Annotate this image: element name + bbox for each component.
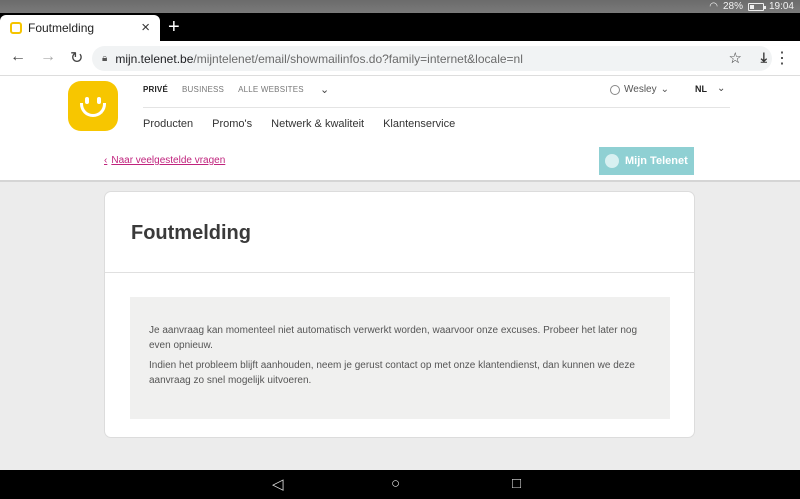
avatar-icon [605,154,619,168]
mijn-telenet-button[interactable]: Mijn Telenet [599,147,694,175]
close-tab-icon[interactable]: × [141,19,150,36]
faq-back-link-label: Naar veelgestelde vragen [111,155,226,166]
top-nav-prive[interactable]: PRIVÉ [143,85,168,94]
clock: 19:04 [768,1,794,12]
back-triangle-icon[interactable]: ◁ [272,475,284,493]
user-icon [610,84,620,95]
download-icon[interactable]: ⤓ [761,49,767,66]
chevron-left-icon: ‹ [104,155,108,166]
main-nav-producten[interactable]: Producten [143,118,193,130]
menu-kebab-icon[interactable]: ⋮ [774,48,790,68]
main-nav-netwerk[interactable]: Netwerk & kwaliteit [271,118,364,130]
chevron-down-icon: ⌄ [660,84,669,95]
status-bar: ◠ 28% 19:04 [0,0,800,13]
main-nav-klantenservice[interactable]: Klantenservice [383,118,455,130]
address-bar[interactable]: 🔒︎ mijn.telenet.be/mijntelenet/email/sho… [92,46,772,71]
chevron-down-icon[interactable]: ⌄ [717,83,725,94]
favicon-icon [10,22,22,34]
top-nav-alle-websites[interactable]: ALLE WEBSITES [238,85,304,94]
error-message-box: Je aanvraag kan momenteel niet automatis… [130,297,670,419]
header-divider [143,107,730,108]
logo-smile [80,103,106,117]
bookmark-star-icon[interactable]: ☆ [729,49,742,67]
system-nav-bar: ◁ ○ □ [0,470,800,499]
browser-toolbar: ← → ↻ 🔒︎ mijn.telenet.be/mijntelenet/ema… [0,41,800,76]
telenet-logo[interactable] [68,81,118,131]
page-title: Foutmelding [131,222,251,244]
forward-arrow-icon[interactable]: → [40,48,56,66]
user-name: Wesley [624,84,657,95]
chevron-down-icon[interactable]: ⌄ [320,83,329,96]
user-menu[interactable]: Wesley ⌄ [610,84,669,95]
recents-square-icon[interactable]: □ [512,475,521,492]
error-card: Foutmelding Je aanvraag kan momenteel ni… [104,191,695,438]
new-tab-icon[interactable]: + [168,16,180,38]
reload-icon[interactable]: ↻ [70,48,83,68]
browser-tab[interactable]: Foutmelding × [0,15,160,41]
tab-title: Foutmelding [28,21,95,35]
error-paragraph-2: Indien het probleem blijft aanhouden, ne… [149,360,635,386]
card-divider [105,272,694,273]
top-nav-business[interactable]: BUSINESS [182,85,224,94]
url-path: /mijntelenet/email/showmailinfos.do?fami… [193,51,523,66]
url-domain: mijn.telenet.be [115,51,194,66]
wifi-icon: ◠ [709,1,718,12]
main-nav-promos[interactable]: Promo's [212,118,252,130]
main-nav: Producten Promo's Netwerk & kwaliteit Kl… [143,118,455,130]
top-nav: PRIVÉ BUSINESS ALLE WEBSITES [143,85,304,94]
home-circle-icon[interactable]: ○ [391,475,400,492]
battery-icon [747,2,766,11]
mijn-telenet-label: Mijn Telenet [625,155,688,167]
battery-level: 28% [722,1,743,12]
faq-back-link[interactable]: ‹ Naar veelgestelde vragen [104,155,225,166]
lock-icon: 🔒︎ [102,53,108,64]
back-arrow-icon[interactable]: ← [10,48,26,66]
tab-strip: Foutmelding × + [0,13,800,41]
error-paragraph-1: Je aanvraag kan momenteel niet automatis… [149,325,638,351]
language-selector[interactable]: NL [695,84,707,94]
